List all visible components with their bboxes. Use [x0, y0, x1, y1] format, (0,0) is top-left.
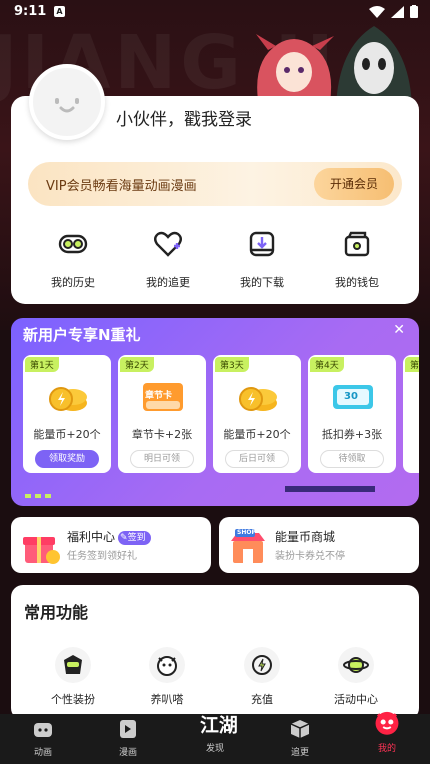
func-dressup-label: 个性装扮	[51, 693, 95, 706]
func-recharge[interactable]: 充值	[227, 647, 297, 707]
sign-in-tag: ✎签到	[118, 531, 151, 545]
tab-anime-label: 动画	[33, 748, 52, 758]
promo-reward-name: 抵扣券+3张	[321, 428, 383, 441]
promo-day-label: 第2天	[120, 357, 154, 372]
shop-title: 能量币商城	[275, 530, 336, 544]
func-activity-label: 活动中心	[334, 693, 378, 706]
tab-comic-label: 漫画	[118, 748, 137, 758]
quick-wallet-label: 我的钱包	[335, 276, 379, 289]
func-recharge-label: 充值	[251, 693, 273, 706]
vip-banner[interactable]: VIP会员畅看海量动画漫画 开通会员	[28, 162, 402, 206]
promo-day-label: 第5天	[405, 357, 419, 372]
gift-icon	[23, 537, 60, 564]
quick-history[interactable]: 我的历史	[38, 228, 108, 290]
shop-badge: SHOP	[237, 529, 256, 536]
coin-stack-icon	[239, 387, 277, 411]
quick-download[interactable]: 我的下载	[227, 228, 297, 290]
anime-icon	[34, 723, 52, 737]
new-user-promo: 新用户专享N重礼 ✕ 第1天 能量币+20个 领取奖励 第2天 章节卡 章节卡+…	[11, 318, 419, 506]
promo-reward-name: 能量币+20个	[223, 428, 291, 441]
coin-stack-icon	[49, 387, 87, 411]
quick-follow-label: 我的追更	[146, 276, 190, 289]
common-title: 常用功能	[24, 599, 89, 623]
welfare-subtitle: 任务签到领好礼	[67, 551, 137, 562]
tab-mine-label: 我的	[377, 744, 396, 754]
func-dressup[interactable]: 个性装扮	[38, 647, 108, 707]
wifi-icon	[369, 5, 385, 18]
func-activity[interactable]: 活动中心	[321, 647, 391, 707]
anime-character-right	[336, 26, 412, 108]
quick-history-label: 我的历史	[51, 276, 95, 289]
tab-follow-label: 追更	[290, 748, 309, 758]
func-pet-label: 养叭嗒	[150, 693, 184, 706]
quick-download-label: 我的下载	[240, 276, 284, 289]
download-icon	[249, 231, 275, 257]
wallet-icon	[344, 231, 370, 257]
follow-icon	[154, 231, 182, 257]
quick-follow[interactable]: 我的追更	[133, 228, 203, 290]
avatar-face-icon	[55, 98, 79, 113]
close-icon[interactable]: ✕	[393, 322, 405, 338]
dressup-icon	[55, 647, 91, 683]
status-time: 9:11	[14, 4, 47, 19]
claim-reward-button[interactable]: 领取奖励	[35, 450, 99, 468]
box-icon	[290, 720, 310, 738]
recharge-icon	[244, 647, 280, 683]
pending-button[interactable]: 待领取	[320, 450, 384, 468]
tomorrow-button[interactable]: 明日可领	[130, 450, 194, 468]
notification-icon: A	[54, 6, 65, 17]
promo-deco-stripes	[25, 486, 375, 498]
energy-shop-card[interactable]: SHOP 能量币商城 装扮卡券兑不停	[219, 517, 419, 573]
coupon-img-text: 30	[344, 391, 358, 402]
open-vip-button[interactable]: 开通会员	[314, 168, 394, 200]
avatar[interactable]	[29, 64, 105, 140]
quick-wallet[interactable]: 我的钱包	[322, 228, 392, 290]
login-prompt[interactable]: 小伙伴，戳我登录	[116, 105, 252, 130]
welfare-title-row: 福利中心 ✎签到	[67, 528, 151, 545]
pet-icon	[149, 647, 185, 683]
tab-anime[interactable]: 动画	[13, 714, 73, 758]
tab-follow[interactable]: 追更	[270, 714, 330, 758]
history-icon	[58, 234, 88, 254]
svg-text:江湖: 江湖	[200, 714, 238, 736]
chapter-card-img-text: 章节卡	[145, 391, 173, 401]
promo-card-day4[interactable]: 第4天 30 抵扣券+3张 待领取	[308, 355, 396, 473]
promo-reward-name: 章节卡+2张	[131, 428, 193, 441]
shop-subtitle: 装扮卡券兑不停	[275, 551, 345, 562]
discover-icon: 江湖	[200, 714, 238, 736]
welfare-title: 福利中心	[67, 530, 116, 544]
promo-day-label: 第3天	[215, 357, 249, 372]
promo-card-day1[interactable]: 第1天 能量币+20个 领取奖励	[23, 355, 111, 473]
promo-day-label: 第4天	[310, 357, 344, 372]
promo-card-day5[interactable]: 第5天	[403, 355, 419, 473]
promo-title: 新用户专享N重礼	[23, 326, 141, 344]
tab-mine[interactable]: 我的	[357, 711, 417, 754]
promo-card-day3[interactable]: 第3天 能量币+20个 后日可领	[213, 355, 301, 473]
func-pet[interactable]: 养叭嗒	[132, 647, 202, 707]
tab-comic[interactable]: 漫画	[98, 714, 158, 758]
promo-day-label: 第1天	[25, 357, 59, 372]
tab-discover[interactable]: 江湖 发现	[185, 714, 245, 754]
mine-icon	[375, 711, 399, 735]
signal-icon	[391, 5, 404, 18]
promo-reward-name: 能量币+20个	[33, 428, 101, 441]
welfare-center-card[interactable]: 福利中心 ✎签到 任务签到领好礼	[11, 517, 211, 573]
vip-text: VIP会员畅看海量动画漫画	[46, 179, 197, 194]
status-icons	[369, 5, 418, 18]
battery-icon	[410, 5, 418, 18]
comic-icon	[120, 720, 136, 738]
bottom-tab-bar: 动画 漫画 江湖 发现 追更 我的	[0, 711, 430, 764]
day-after-button[interactable]: 后日可领	[225, 450, 289, 468]
tab-discover-label: 发现	[205, 744, 224, 754]
promo-card-day2[interactable]: 第2天 章节卡 章节卡+2张 明日可领	[118, 355, 206, 473]
sign-in-tag-label: 签到	[127, 533, 146, 543]
activity-icon	[338, 647, 374, 683]
status-bar: 9:11 A	[0, 0, 430, 24]
common-functions: 常用功能 个性装扮 养叭嗒 充值 活动中心	[11, 585, 419, 720]
